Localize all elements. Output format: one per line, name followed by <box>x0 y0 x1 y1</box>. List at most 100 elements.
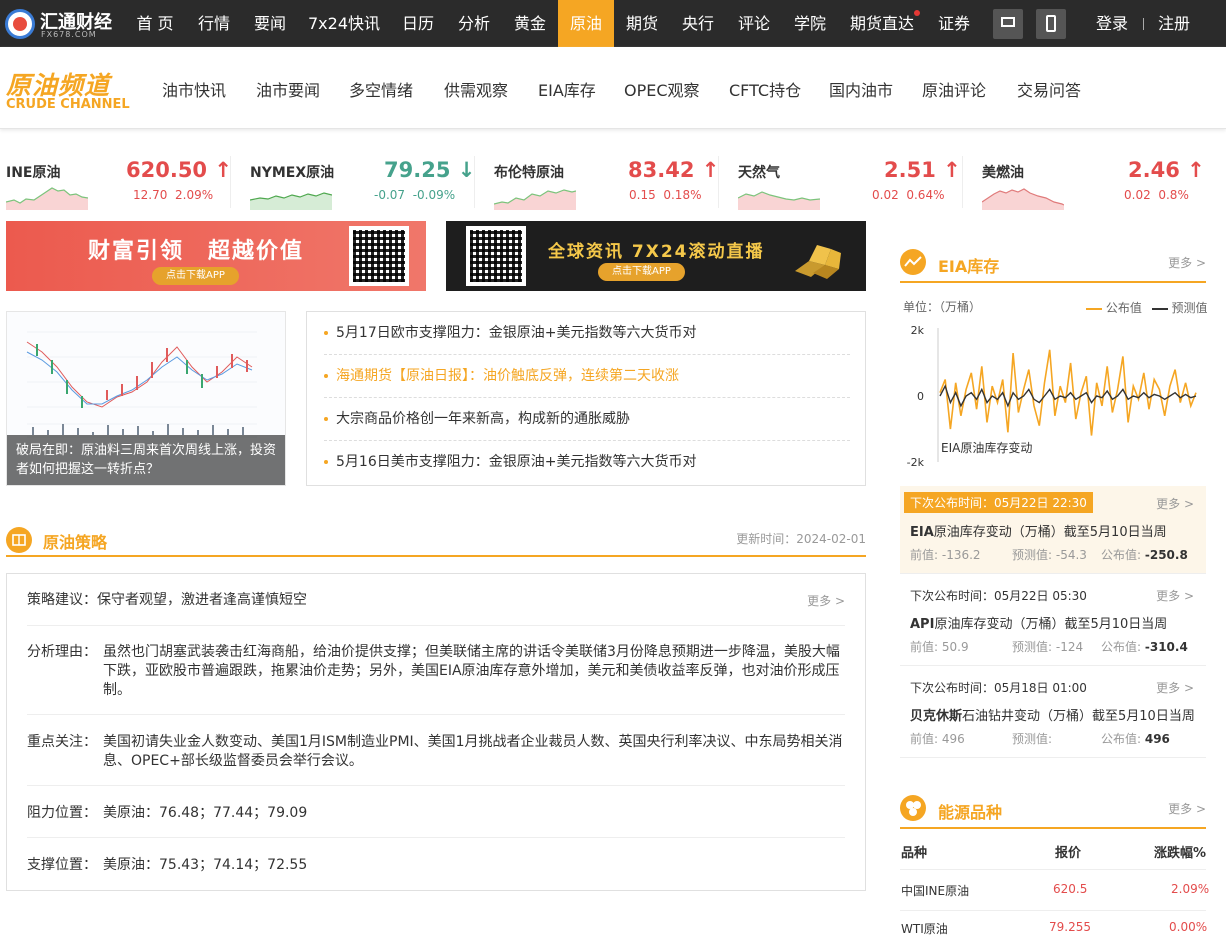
resistance-levels: 美原油：76.48；77.44；79.09 <box>103 805 308 821</box>
nav-item-crude-oil[interactable]: 原油 <box>558 0 614 47</box>
nav-item-futures[interactable]: 期货 <box>618 0 666 47</box>
register-link[interactable]: 注册 <box>1158 0 1190 47</box>
logo-url: FX678.COM <box>41 30 97 39</box>
channel-item-eia[interactable]: EIA库存 <box>538 77 596 101</box>
event-prev: 前值: 50.9 <box>910 640 969 654</box>
channel-item-commentary[interactable]: 原油评论 <box>922 77 986 101</box>
strategy-updated-time: 更新时间：2024-02-01 <box>736 532 866 546</box>
ticker-sparkline <box>6 187 88 210</box>
ticker-brent-crude[interactable]: 布伦特原油 83.42 ↑ 0.15 0.18% <box>494 152 724 212</box>
banner-slogan: 全球资讯 7X24滚动直播 <box>548 242 765 262</box>
ticker-natural-gas[interactable]: 天然气 2.51 ↑ 0.02 0.64% <box>738 152 968 212</box>
event-more-link[interactable]: 更多 > <box>1156 495 1194 512</box>
channel-item-sentiment[interactable]: 多空情绪 <box>349 77 413 101</box>
event-more-link[interactable]: 更多 > <box>1156 587 1194 604</box>
auth-divider <box>1143 18 1144 30</box>
bullet-icon <box>324 331 328 335</box>
bullet-icon <box>324 460 328 464</box>
event-title: API原油库存变动（万桶）截至5月10日当周 <box>910 617 1168 632</box>
gold-bars-icon <box>795 245 841 279</box>
nav-item-7x24[interactable]: 7x24快讯 <box>302 0 386 47</box>
eia-more-link[interactable]: 更多 > <box>1168 254 1206 271</box>
ticker-nymex-crude[interactable]: NYMEX原油 79.25 ↓ -0.07 -0.09% <box>250 152 480 212</box>
nav-item-calendar[interactable]: 日历 <box>394 0 442 47</box>
focus-label: 重点关注： <box>27 734 97 750</box>
channel-item-domestic[interactable]: 国内油市 <box>829 77 893 101</box>
nav-item-home[interactable]: 首 页 <box>128 0 182 47</box>
y-tick-label: 0 <box>917 390 924 403</box>
mobile-button[interactable] <box>1036 9 1066 39</box>
channel-item-qa[interactable]: 交易问答 <box>1017 77 1081 101</box>
banner-download-button[interactable]: 点击下载APP <box>152 267 239 285</box>
strategy-resistance-row: 阻力位置： 美原油：76.48；77.44；79.09 <box>27 786 845 838</box>
energy-row-name[interactable]: WTI原油 <box>901 920 948 937</box>
channel-item-opec[interactable]: OPEC观察 <box>624 77 700 101</box>
ticker-price: 79.25 ↓ <box>384 158 476 182</box>
event-more-link[interactable]: 更多 > <box>1156 679 1194 696</box>
news-list: 5月17日欧市支撑阻力：金银原油+美元指数等六大货币对 海通期货【原油日报】：油… <box>306 311 866 486</box>
channel-item-oil-flash[interactable]: 油市快讯 <box>162 77 226 101</box>
event-title: EIA原油库存变动（万桶）截至5月10日当周 <box>910 525 1167 540</box>
event-actual: 公布值: -310.4 <box>1101 640 1188 654</box>
nav-item-central-bank[interactable]: 央行 <box>674 0 722 47</box>
nav-item-commentary[interactable]: 评论 <box>730 0 778 47</box>
eia-inventory-chart: 2k 0 -2k EIA原油库存变动 <box>907 324 1197 469</box>
channel-item-cftc[interactable]: CFTC持仓 <box>729 77 801 101</box>
banner-download-button[interactable]: 点击下载APP <box>598 263 685 281</box>
event-baker-hughes[interactable]: 下次公布时间：05月18日 01:00 更多 > 贝克休斯石油钻井变动（万桶）截… <box>900 670 1206 758</box>
banner-slogan: 财富引领 超越价值 <box>88 239 305 264</box>
event-time: 下次公布时间：05月22日 05:30 <box>910 589 1087 603</box>
resistance-label: 阻力位置： <box>27 805 97 821</box>
top-nav: 汇通财经 FX678.COM 首 页 行情 要闻 7x24快讯 日历 分析 黄金… <box>0 0 1226 47</box>
app-download-banner-wealth[interactable]: 财富引领 超越价值 点击下载APP <box>6 221 426 291</box>
nav-item-futures-direct[interactable]: 期货直达 <box>844 0 920 47</box>
event-api[interactable]: 下次公布时间：05月22日 05:30 更多 > API原油库存变动（万桶）截至… <box>900 578 1206 666</box>
ticker-heating-oil[interactable]: 美燃油 2.46 ↑ 0.02 0.8% <box>982 152 1212 212</box>
trend-icon <box>900 249 926 275</box>
reason-label: 分析理由： <box>27 644 97 660</box>
nav-item-news[interactable]: 要闻 <box>246 0 294 47</box>
featured-article[interactable]: 破局在即：原油料三周来首次周线上涨，投资者如何把握这一转折点？ <box>6 311 286 486</box>
event-prev: 前值: 496 <box>910 732 965 746</box>
ticker-divider <box>474 156 475 208</box>
event-forecast: 预测值: -124 <box>1012 640 1084 654</box>
nav-item-academy[interactable]: 学院 <box>786 0 834 47</box>
strategy-book-icon <box>6 527 32 553</box>
monitor-icon <box>1001 17 1015 27</box>
energy-col-name: 品种 <box>901 846 928 861</box>
notification-dot <box>914 10 920 16</box>
ticker-change: 0.15 0.18% <box>629 188 702 202</box>
ticker-ine-crude[interactable]: INE原油 620.50 ↑ 12.70 2.09% <box>6 152 236 212</box>
event-time: 下次公布时间：05月18日 01:00 <box>910 681 1087 695</box>
eia-header: EIA库存 更多 > <box>900 243 1206 283</box>
strategy-more-link[interactable]: 更多 > <box>807 592 845 611</box>
channel-item-oil-news[interactable]: 油市要闻 <box>256 77 320 101</box>
energy-more-link[interactable]: 更多 > <box>1168 800 1206 817</box>
news-item[interactable]: 大宗商品价格创一年来新高，构成新的通胀威胁 <box>324 398 850 441</box>
channel-item-supply-demand[interactable]: 供需观察 <box>444 77 508 101</box>
desktop-button[interactable] <box>993 9 1023 39</box>
app-download-banner-live[interactable]: 全球资讯 7X24滚动直播 点击下载APP <box>446 221 866 291</box>
event-prev: 前值: -136.2 <box>910 548 981 562</box>
news-item[interactable]: 5月16日美市支撑阻力：金银原油+美元指数等六大货币对 <box>324 441 850 484</box>
site-logo[interactable]: 汇通财经 FX678.COM <box>5 7 117 41</box>
featured-caption[interactable]: 破局在即：原油料三周来首次周线上涨，投资者如何把握这一转折点？ <box>7 435 285 485</box>
nav-item-analysis[interactable]: 分析 <box>450 0 498 47</box>
energy-title: 能源品种 <box>938 803 1003 822</box>
news-item[interactable]: 5月17日欧市支撑阻力：金银原油+美元指数等六大货币对 <box>324 312 850 355</box>
strategy-panel: 策略建议：保守者观望，激进者逢高谨慎短空 更多 > 分析理由： 虽然也门胡塞武装… <box>6 573 866 891</box>
energy-row-name[interactable]: 中国INE原油 <box>901 882 969 899</box>
nav-item-quotes[interactable]: 行情 <box>190 0 238 47</box>
event-eia[interactable]: 下次公布时间：05月22日 22:30 更多 > EIA原油库存变动（万桶）截至… <box>900 486 1206 574</box>
ticker-sparkline <box>738 191 820 210</box>
y-tick-label: 2k <box>911 324 925 337</box>
legend-swatch-forecast <box>1151 307 1168 310</box>
channel-brand-en: CRUDE CHANNEL <box>6 97 130 112</box>
nav-item-gold[interactable]: 黄金 <box>506 0 554 47</box>
login-link[interactable]: 登录 <box>1096 0 1128 47</box>
ticker-sparkline <box>982 188 1064 210</box>
nav-item-securities[interactable]: 证券 <box>930 0 978 47</box>
news-item[interactable]: 海通期货【原油日报】：油价触底反弹，连续第二天收涨 <box>324 355 850 398</box>
energy-icon <box>900 795 926 821</box>
reason-text: 虽然也门胡塞武装袭击红海商船，给油价提供支撑；但美联储主席的讲话令美联储3月份降… <box>103 644 840 698</box>
